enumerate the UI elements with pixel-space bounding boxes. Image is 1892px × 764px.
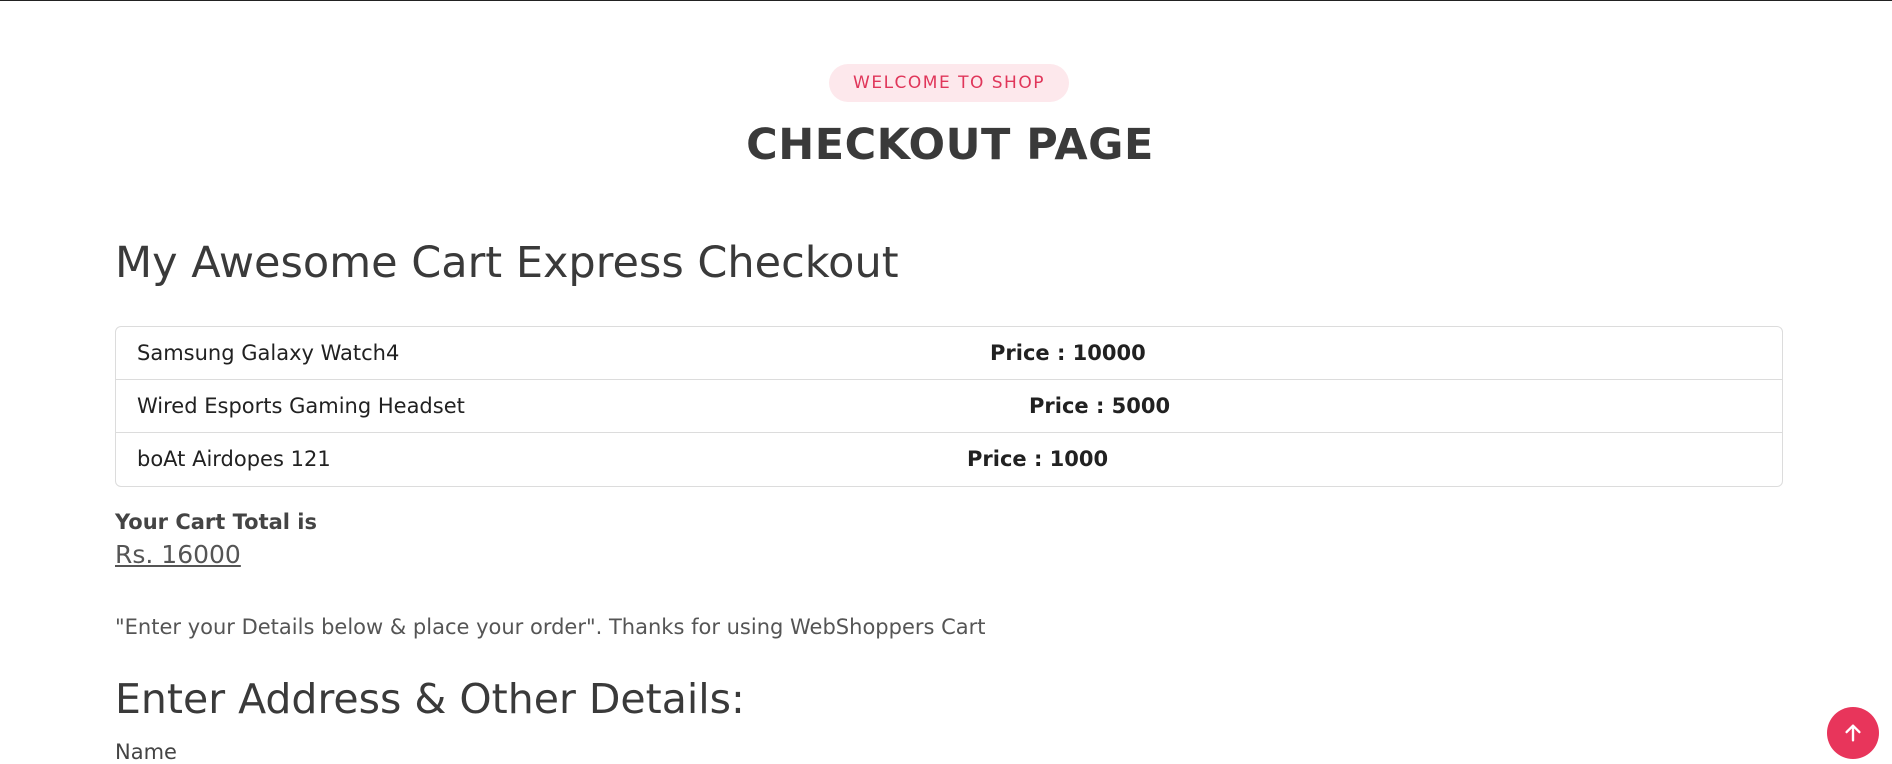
scroll-to-top-button[interactable] <box>1827 707 1879 759</box>
cart-heading: My Awesome Cart Express Checkout <box>115 238 899 288</box>
welcome-badge: WELCOME TO SHOP <box>829 64 1069 102</box>
top-border <box>0 0 1892 1</box>
cart-item: Wired Esports Gaming Headset Price : 500… <box>116 380 1782 433</box>
details-heading: Enter Address & Other Details: <box>115 675 745 723</box>
item-name: boAt Airdopes 121 <box>137 447 331 471</box>
item-name: Samsung Galaxy Watch4 <box>137 341 400 365</box>
cart-total-label: Your Cart Total is <box>115 510 317 534</box>
cart-list: Samsung Galaxy Watch4 Price : 10000 Wire… <box>115 326 1783 487</box>
item-price: Price : 10000 <box>990 341 1146 365</box>
cart-item: Samsung Galaxy Watch4 Price : 10000 <box>116 327 1782 380</box>
arrow-up-icon <box>1845 724 1861 742</box>
cart-total-value: Rs. 16000 <box>115 540 241 569</box>
item-name: Wired Esports Gaming Headset <box>137 394 465 418</box>
item-price: Price : 1000 <box>967 447 1109 471</box>
item-price: Price : 5000 <box>1029 394 1171 418</box>
checkout-note: "Enter your Details below & place your o… <box>115 615 986 639</box>
page-title: CHECKOUT PAGE <box>746 120 1154 170</box>
cart-item: boAt Airdopes 121 Price : 1000 <box>116 433 1782 486</box>
name-field-label: Name <box>115 740 177 764</box>
